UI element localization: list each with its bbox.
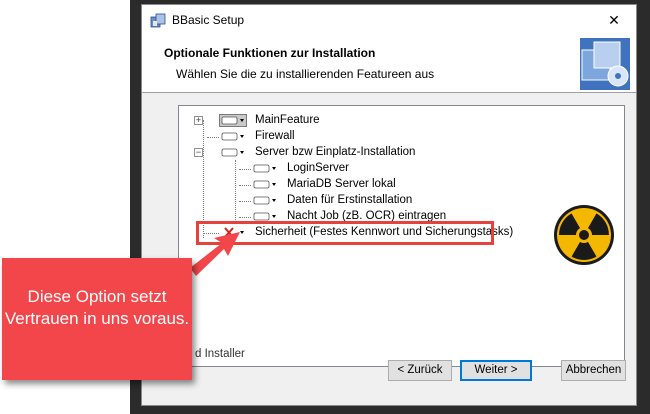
tree-connector-h xyxy=(207,137,219,138)
expand-icon[interactable]: + xyxy=(194,116,203,125)
installer-app-icon xyxy=(150,13,166,28)
tree-connector-h xyxy=(239,201,251,202)
radiation-warning-icon xyxy=(554,205,614,265)
header-subtitle: Wählen Sie die zu installierenden Featur… xyxy=(176,67,435,81)
drive-icon[interactable] xyxy=(219,114,247,127)
feature-label: Server bzw Einplatz-Installation xyxy=(255,146,416,158)
installer-banner-icon xyxy=(580,38,630,90)
tree-connector-h xyxy=(239,217,251,218)
dialog-header: Optionale Funktionen zur Installation Wä… xyxy=(142,36,636,93)
tree-connector-h xyxy=(239,169,251,170)
tree-connector-server xyxy=(235,160,236,222)
feature-label: LoginServer xyxy=(287,162,350,174)
tree-connector-h xyxy=(239,185,251,186)
header-title: Optionale Funktionen zur Installation xyxy=(164,46,376,60)
window-title: BBasic Setup xyxy=(172,13,245,27)
title-bar: BBasic Setup ✕ xyxy=(142,5,636,36)
close-button[interactable]: ✕ xyxy=(592,5,636,36)
collapse-icon[interactable]: − xyxy=(194,148,203,157)
drive-icon[interactable] xyxy=(251,178,279,191)
cancel-button[interactable]: Abbrechen xyxy=(561,360,626,381)
installer-branding: d Installer xyxy=(195,348,245,360)
feature-label: MariaDB Server lokal xyxy=(287,178,396,190)
drive-icon[interactable] xyxy=(219,130,247,143)
callout-box: Diese Option setzt Vertrauen in uns vora… xyxy=(2,258,192,380)
back-button[interactable]: < Zurück xyxy=(388,360,452,381)
next-button[interactable]: Weiter > xyxy=(460,360,532,381)
callout-text: Diese Option setzt Vertrauen in uns vora… xyxy=(4,287,190,328)
drive-icon[interactable] xyxy=(251,162,279,175)
feature-label: MainFeature xyxy=(255,114,320,126)
feature-label: Daten für Erstinstallation xyxy=(287,194,413,206)
drive-icon[interactable] xyxy=(251,194,279,207)
drive-icon[interactable] xyxy=(219,146,247,159)
highlight-frame xyxy=(196,221,494,245)
feature-label: Firewall xyxy=(255,130,295,142)
